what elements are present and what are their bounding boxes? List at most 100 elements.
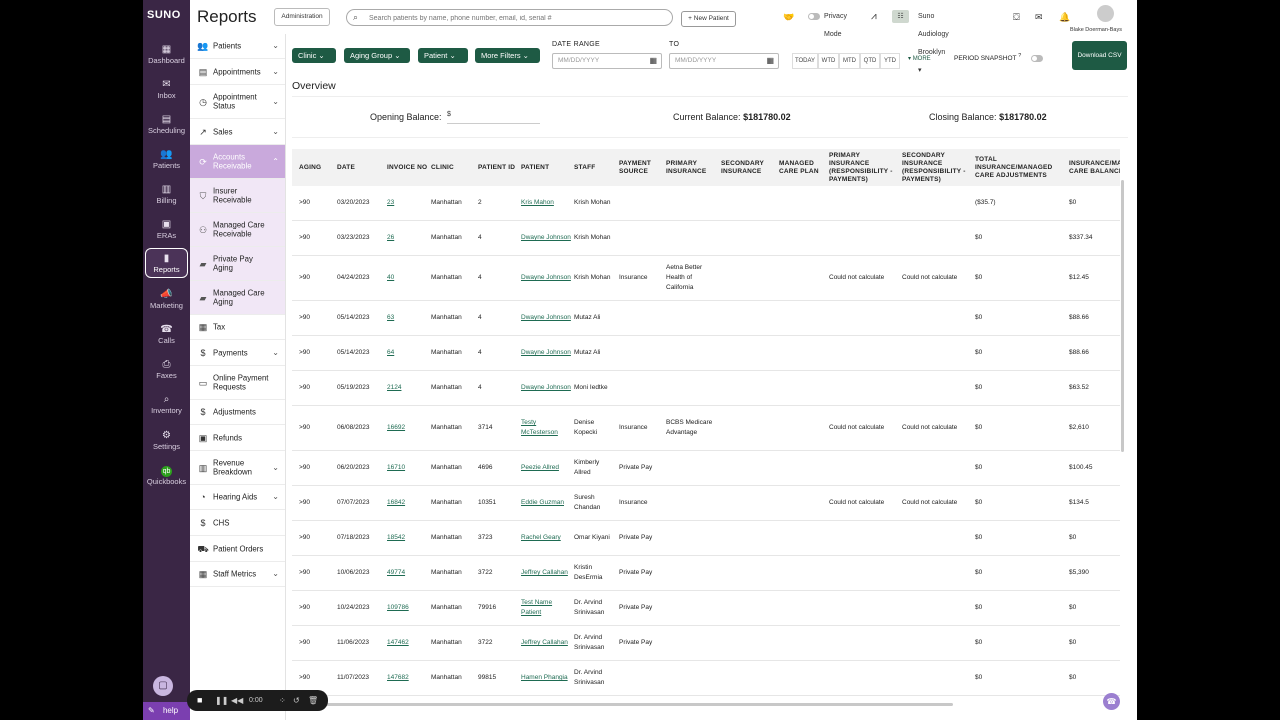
- column-header[interactable]: TOTAL INSURANCE/MANAGED CARE ADJUSTMENTS: [975, 149, 1065, 186]
- column-header[interactable]: PRIMARY INSURANCE (RESPONSIBILITY - PAYM…: [829, 149, 899, 186]
- patient-link[interactable]: Dwayne Johnson: [521, 301, 571, 335]
- table-row[interactable]: >90 05/19/2023 2124 Manhattan 4 Dwayne Johnso…: [292, 371, 1120, 406]
- toolbox-icon[interactable]: ⛋: [1013, 8, 1020, 26]
- rail-item-inventory[interactable]: ⌕ Inventory: [145, 390, 188, 422]
- sidebar-item-appointments[interactable]: ▤ Appointments ⌄: [190, 59, 285, 85]
- invoice-link[interactable]: 109786: [387, 591, 429, 625]
- table-row[interactable]: >90 07/07/2023 16842 Manhattan 10351 Eddie Gu…: [292, 486, 1120, 521]
- sidebar-item-patient-orders[interactable]: ⛟ Patient Orders: [190, 536, 285, 562]
- bell-icon[interactable]: 🔔: [1059, 8, 1070, 26]
- help-button[interactable]: ✎ help ⋮: [143, 702, 192, 720]
- sidebar-item-managed-care-receivable[interactable]: ⚇ Managed Care Receivable: [190, 213, 285, 247]
- patient-link[interactable]: Testy McTesterson: [521, 406, 571, 450]
- sidebar-item-online-payment-requests[interactable]: ▭ Online Payment Requests: [190, 366, 285, 400]
- sidebar-item-tax[interactable]: ▦ Tax: [190, 315, 285, 340]
- sidebar-item-managed-care-aging[interactable]: ▰ Managed Care Aging: [190, 281, 285, 315]
- patient-link[interactable]: Test Name Patient: [521, 591, 571, 625]
- invoice-link[interactable]: 2124: [387, 371, 429, 405]
- patient-link[interactable]: Peezie Allred: [521, 451, 571, 485]
- more-ranges-link[interactable]: ▾ MORE: [908, 55, 931, 62]
- sidebar-item-patients[interactable]: 👥 Patients ⌄: [190, 34, 285, 59]
- rail-item-calls[interactable]: ☎ Calls: [145, 320, 188, 352]
- opening-balance-input[interactable]: $: [447, 111, 540, 124]
- column-header[interactable]: PATIENT: [521, 149, 571, 186]
- rail-item-patients[interactable]: 👥 Patients: [145, 145, 188, 177]
- invoice-link[interactable]: 40: [387, 256, 429, 300]
- wtd-button[interactable]: WTD: [818, 53, 839, 69]
- patient-link[interactable]: Rachel Geary: [521, 521, 571, 555]
- aging-group-filter-button[interactable]: Aging Group ⌄: [344, 48, 410, 63]
- sidebar-item-staff-metrics[interactable]: ▦ Staff Metrics ⌄: [190, 562, 285, 587]
- invoice-link[interactable]: 63: [387, 301, 429, 335]
- drag-handle-icon[interactable]: ⁘: [279, 690, 286, 711]
- invoice-link[interactable]: 16710: [387, 451, 429, 485]
- location-selector[interactable]: Suno Audiology Brooklyn ▾: [918, 8, 949, 74]
- activity-icon[interactable]: ⩘: [871, 8, 877, 26]
- patient-link[interactable]: Dwayne Johnson: [521, 256, 571, 300]
- trash-icon[interactable]: 🗑: [308, 690, 318, 711]
- sidebar-item-appointment-status[interactable]: ◷ Appointment Status ⌄: [190, 85, 285, 119]
- column-header[interactable]: STAFF: [574, 149, 616, 186]
- start-date-input[interactable]: MM/DD/YYYY ▦: [552, 53, 662, 69]
- rail-item-reports[interactable]: ▮ Reports: [145, 248, 188, 278]
- patient-link[interactable]: Dwayne Johnson: [521, 336, 571, 370]
- rail-item-inbox[interactable]: ✉ Inbox: [145, 75, 188, 107]
- invoice-link[interactable]: 16842: [387, 486, 429, 520]
- patient-link[interactable]: Jeffrey Callahan: [521, 556, 571, 590]
- sidebar-item-chs[interactable]: $ CHS: [190, 510, 285, 536]
- rail-item-dashboard[interactable]: ▦ Dashboard: [145, 40, 188, 72]
- more-filters-button[interactable]: More Filters ⌄: [475, 48, 540, 63]
- column-header[interactable]: PATIENT ID: [478, 149, 518, 186]
- column-header[interactable]: CLINIC: [431, 149, 476, 186]
- column-header[interactable]: MANAGED CARE PLAN: [779, 149, 825, 186]
- end-date-input[interactable]: MM/DD/YYYY ▦: [669, 53, 779, 69]
- sidebar-item-private-pay-aging[interactable]: ▰ Private Pay Aging: [190, 247, 285, 281]
- invoice-link[interactable]: 147462: [387, 626, 429, 660]
- patient-link[interactable]: Hamen Phangia: [521, 661, 571, 695]
- rail-item-marketing[interactable]: 📣 Marketing: [145, 285, 188, 317]
- mtd-button[interactable]: MTD: [839, 53, 860, 69]
- mail-icon[interactable]: ✉: [1035, 8, 1043, 26]
- privacy-toggle[interactable]: [808, 8, 820, 26]
- handshake-icon[interactable]: 🤝: [783, 8, 794, 26]
- invoice-link[interactable]: 18542: [387, 521, 429, 555]
- column-header[interactable]: PAYMENT SOURCE: [619, 149, 664, 186]
- invoice-link[interactable]: 64: [387, 336, 429, 370]
- download-csv-button[interactable]: Download CSV: [1072, 41, 1127, 70]
- restart-icon[interactable]: ↺: [293, 690, 300, 711]
- sidebar-item-sales[interactable]: ↗ Sales ⌄: [190, 119, 285, 145]
- column-header[interactable]: INSURANCE/MANAGED CARE BALANCE: [1069, 149, 1120, 186]
- invoice-link[interactable]: 49774: [387, 556, 429, 590]
- ytd-button[interactable]: YTD: [880, 53, 900, 69]
- table-row[interactable]: >90 10/24/2023 109786 Manhattan 79916 Test Na…: [292, 591, 1120, 626]
- sidebar-item-accounts-receivable[interactable]: ⟳ Accounts Receivable ⌃: [190, 145, 285, 179]
- phone-call-icon[interactable]: ☎: [1103, 693, 1120, 710]
- column-header[interactable]: DATE: [337, 149, 385, 186]
- sidebar-item-revenue-breakdown[interactable]: ▥ Revenue Breakdown ⌄: [190, 451, 285, 485]
- patient-link[interactable]: Kris Mahon: [521, 186, 571, 220]
- table-row[interactable]: >90 11/07/2023 147682 Manhattan 99815 Hamen P…: [292, 661, 1120, 696]
- invoice-link[interactable]: 16692: [387, 406, 429, 450]
- patient-link[interactable]: Dwayne Johnson: [521, 221, 571, 255]
- patient-filter-button[interactable]: Patient ⌄: [418, 48, 468, 63]
- invoice-link[interactable]: 23: [387, 186, 429, 220]
- column-header[interactable]: SECONDARY INSURANCE: [721, 149, 776, 186]
- rail-item-scheduling[interactable]: ▤ Scheduling: [145, 110, 188, 142]
- column-header[interactable]: INVOICE NO: [387, 149, 429, 186]
- column-header[interactable]: PRIMARY INSURANCE: [666, 149, 718, 186]
- avatar[interactable]: [1097, 5, 1114, 22]
- table-row[interactable]: >90 06/08/2023 16692 Manhattan 3714 Testy McT…: [292, 406, 1120, 451]
- table-row[interactable]: >90 04/24/2023 40 Manhattan 4 Dwayne Johnson K…: [292, 256, 1120, 301]
- stop-icon[interactable]: ■: [197, 690, 202, 711]
- column-header[interactable]: AGING: [299, 149, 335, 186]
- patient-link[interactable]: Dwayne Johnson: [521, 371, 571, 405]
- pause-icon[interactable]: ❚❚: [215, 690, 228, 711]
- table-row[interactable]: >90 05/14/2023 64 Manhattan 4 Dwayne Johnson M…: [292, 336, 1120, 371]
- qtd-button[interactable]: QTD: [860, 53, 880, 69]
- search-input[interactable]: [367, 11, 667, 26]
- administration-button[interactable]: Administration: [274, 8, 330, 26]
- today-button[interactable]: TODAY: [792, 53, 818, 69]
- table-row[interactable]: >90 07/18/2023 18542 Manhattan 3723 Rachel Ge…: [292, 521, 1120, 556]
- invoice-link[interactable]: 26: [387, 221, 429, 255]
- table-row[interactable]: >90 03/20/2023 23 Manhattan 2 Kris Mahon Krish…: [292, 186, 1120, 221]
